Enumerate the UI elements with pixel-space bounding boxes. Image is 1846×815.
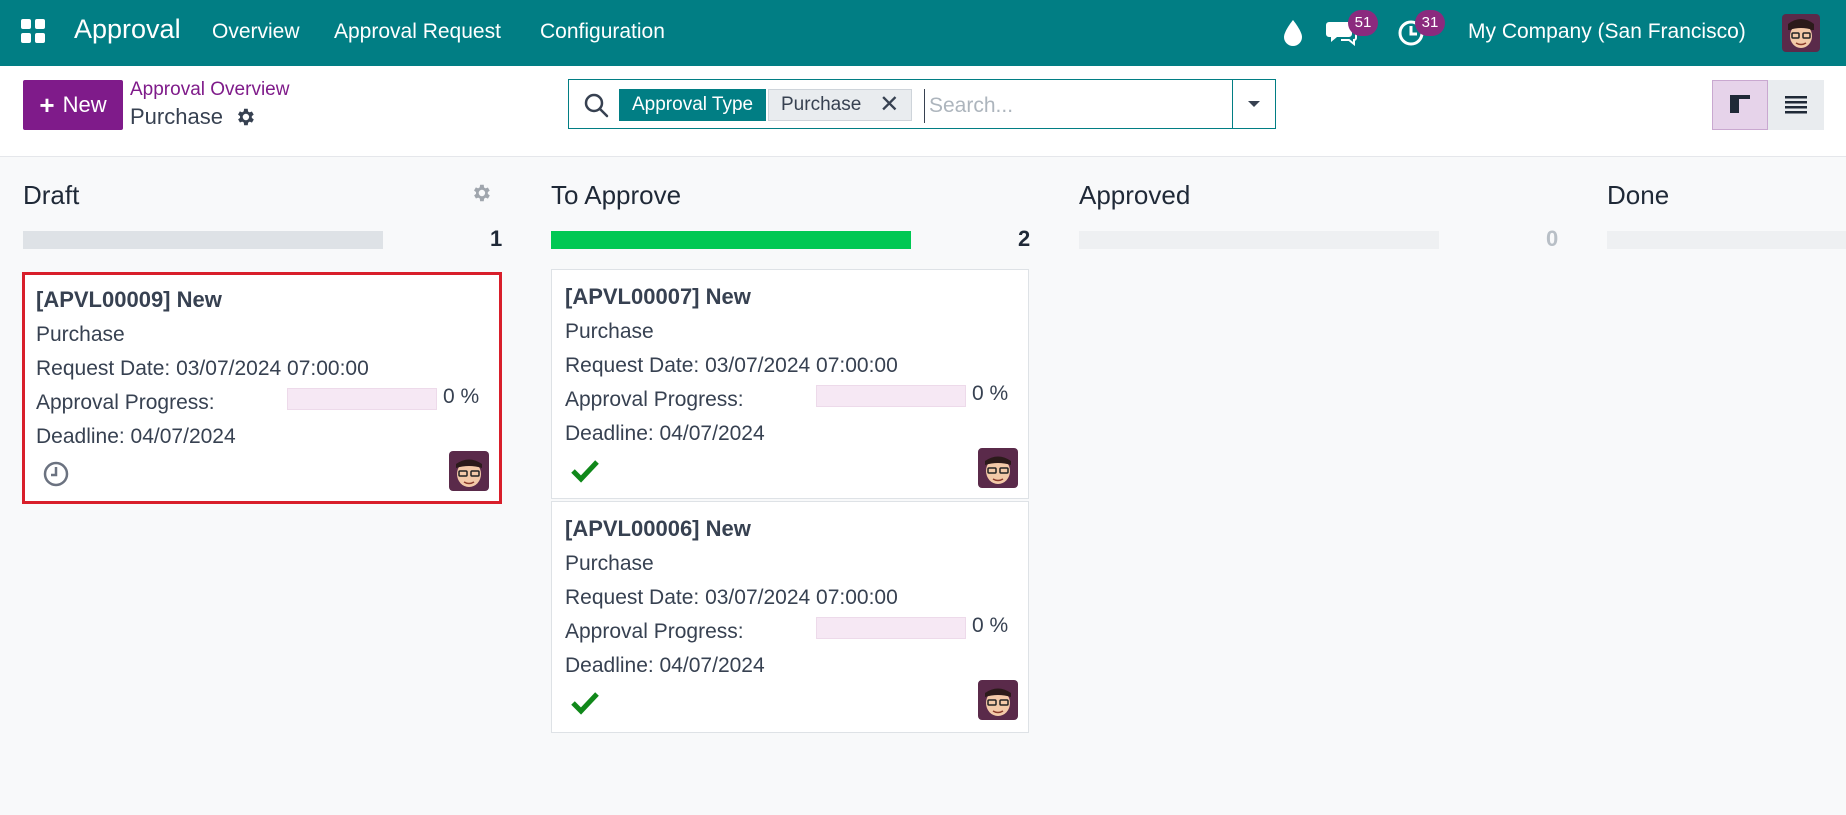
search-input[interactable]: [924, 89, 1231, 123]
card-progress-percent: 0 %: [972, 382, 1009, 405]
search-facet: Purchase ✕: [768, 89, 913, 121]
menu-overview[interactable]: Overview: [212, 20, 300, 44]
column-progress-to-approve[interactable]: [551, 231, 911, 249]
breadcrumb-approval-overview[interactable]: Approval Overview: [130, 79, 289, 101]
column-title-draft: Draft: [23, 180, 80, 210]
kanban-view-button[interactable]: [1712, 80, 1768, 130]
list-icon: [1785, 96, 1807, 114]
card-assignee-avatar[interactable]: [978, 680, 1018, 720]
card-request-date: Request Date: 03/07/2024 07:00:00: [565, 354, 898, 377]
column-title-approved: Approved: [1079, 180, 1191, 210]
column-progress-draft[interactable]: [23, 231, 383, 249]
clock-icon[interactable]: [41, 459, 71, 489]
column-count-approved: 0: [1546, 226, 1559, 251]
column-title-done: Done: [1607, 180, 1670, 210]
card-assignee-avatar[interactable]: [449, 451, 489, 491]
kanban-card[interactable]: [APVL00006] New Purchase Request Date: 0…: [551, 501, 1029, 733]
card-approval-type: Purchase: [565, 552, 654, 575]
card-title: [APVL00007] New: [565, 284, 751, 309]
card-assignee-avatar[interactable]: [978, 448, 1018, 488]
card-progress-label: Approval Progress:: [36, 391, 215, 414]
new-button-label: New: [62, 92, 107, 117]
kanban-icon: [1730, 95, 1750, 113]
search-facet-label: Approval Type: [619, 89, 767, 121]
column-settings-gear-icon[interactable]: [470, 182, 492, 204]
check-icon[interactable]: [570, 688, 600, 718]
card-request-date: Request Date: 03/07/2024 07:00:00: [36, 357, 369, 380]
remove-facet-icon[interactable]: ✕: [879, 90, 899, 120]
search-facet-value: Purchase: [781, 94, 862, 115]
card-progress-label: Approval Progress:: [565, 620, 744, 643]
card-progress-bar: [816, 385, 966, 407]
company-switcher[interactable]: My Company (San Francisco): [1468, 20, 1746, 44]
column-progress-fill: [551, 231, 911, 249]
card-progress-bar: [287, 388, 437, 410]
column-progress-approved[interactable]: [1079, 231, 1439, 249]
activities-badge: 31: [1415, 10, 1445, 36]
new-button[interactable]: + New: [23, 80, 123, 130]
menu-approval-request[interactable]: Approval Request: [334, 20, 501, 44]
card-approval-type: Purchase: [565, 320, 654, 343]
top-navbar: Approval Overview Approval Request Confi…: [0, 0, 1846, 66]
card-progress-bar: [816, 617, 966, 639]
card-title: [APVL00006] New: [565, 516, 751, 541]
messages-badge: 51: [1348, 10, 1378, 36]
menu-configuration[interactable]: Configuration: [540, 20, 665, 44]
column-progress-done[interactable]: [1607, 231, 1846, 249]
user-avatar[interactable]: [1782, 14, 1820, 52]
gear-icon[interactable]: [234, 106, 256, 128]
card-progress-percent: 0 %: [972, 614, 1009, 637]
search-options-toggle[interactable]: [1232, 80, 1275, 128]
apps-grid-icon[interactable]: [20, 18, 46, 44]
column-title-to-approve: To Approve: [551, 180, 682, 210]
breadcrumb-current: Purchase: [130, 104, 223, 129]
plus-icon: +: [39, 90, 55, 120]
card-deadline: Deadline: 04/07/2024: [565, 422, 765, 445]
column-count-draft: 1: [490, 226, 503, 251]
list-view-button[interactable]: [1768, 80, 1824, 130]
search-icon[interactable]: [583, 92, 609, 118]
card-deadline: Deadline: 04/07/2024: [36, 425, 236, 448]
search-bar: Approval Type Purchase ✕: [568, 79, 1276, 129]
check-icon[interactable]: [570, 456, 600, 486]
card-progress-label: Approval Progress:: [565, 388, 744, 411]
card-deadline: Deadline: 04/07/2024: [565, 654, 765, 677]
card-progress-percent: 0 %: [443, 385, 480, 408]
card-approval-type: Purchase: [36, 323, 125, 346]
drop-icon[interactable]: [1282, 18, 1304, 46]
control-panel: + New Approval Overview Purchase Approva…: [0, 66, 1846, 157]
column-count-to-approve: 2: [1018, 226, 1031, 251]
card-request-date: Request Date: 03/07/2024 07:00:00: [565, 586, 898, 609]
card-title: [APVL00009] New: [36, 287, 222, 312]
caret-down-icon: [1248, 101, 1260, 107]
app-title[interactable]: Approval: [74, 14, 181, 45]
kanban-card[interactable]: [APVL00007] New Purchase Request Date: 0…: [551, 269, 1029, 499]
kanban-card[interactable]: [APVL00009] New Purchase Request Date: 0…: [22, 272, 502, 504]
